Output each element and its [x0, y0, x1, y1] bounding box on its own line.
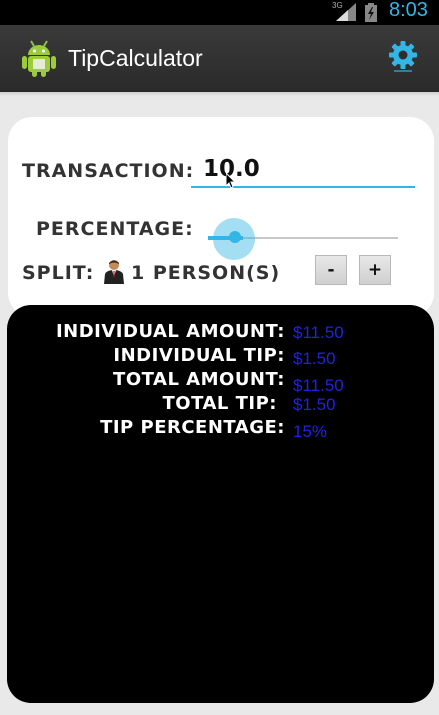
tip-percentage-value: 15%: [293, 422, 328, 441]
total-amount-label: TOTAL AMOUNT:: [113, 369, 285, 390]
settings-button[interactable]: [385, 38, 421, 74]
tip-percentage-label: TIP PERCENTAGE:: [100, 417, 285, 438]
status-bar: 3G 8:03: [0, 0, 439, 25]
decrease-split-button[interactable]: -: [315, 255, 347, 285]
mouse-pointer-icon: [225, 171, 237, 193]
individual-amount-value: $11.50: [293, 323, 344, 342]
increase-split-button[interactable]: +: [359, 255, 391, 285]
input-card: [8, 117, 434, 317]
individual-tip-label: INDIVIDUAL TIP:: [113, 345, 285, 366]
split-label: SPLIT:: [22, 262, 95, 284]
individual-tip-value: $1.50: [293, 349, 336, 368]
person-icon: [103, 259, 125, 288]
clock: 8:03: [389, 0, 428, 21]
total-tip-label: TOTAL TIP:: [162, 393, 277, 414]
action-bar-shadow: [0, 92, 439, 96]
battery-icon: [365, 3, 377, 26]
split-value: 1 PERSON(S): [131, 262, 281, 284]
app-title: TipCalculator: [68, 45, 203, 71]
transaction-label: TRANSACTION:: [22, 160, 195, 182]
percentage-slider-thumb[interactable]: [229, 231, 241, 243]
transaction-input[interactable]: [191, 152, 415, 188]
percentage-label: PERCENTAGE:: [36, 218, 194, 240]
android-app-icon: [22, 39, 56, 81]
total-amount-value: $11.50: [293, 376, 344, 395]
settings-gear-icon: [389, 41, 417, 72]
individual-amount-label: INDIVIDUAL AMOUNT:: [55, 321, 285, 342]
signal-icon: [336, 3, 356, 25]
total-tip-value: $1.50: [293, 395, 336, 414]
action-bar: TipCalculator: [0, 25, 439, 93]
